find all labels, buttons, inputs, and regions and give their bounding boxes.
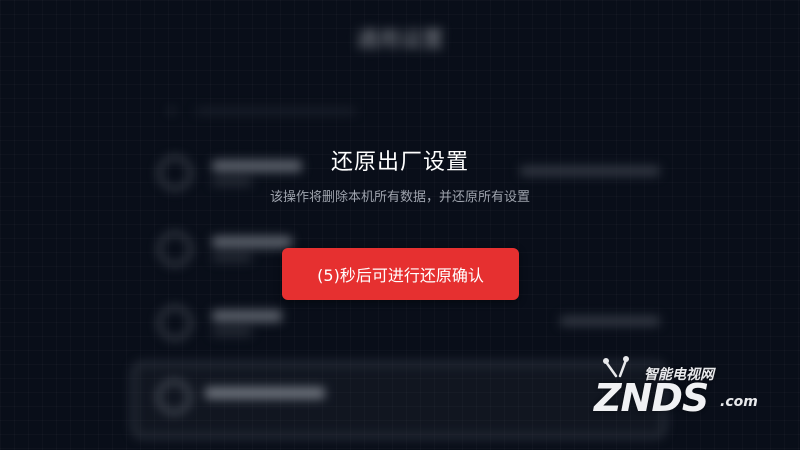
znds-watermark-logo: 智能电视网 ZNDS .com: [592, 350, 772, 430]
watermark-suffix: .com: [720, 394, 758, 410]
watermark-brand: ZNDS: [594, 376, 709, 420]
reset-confirm-button[interactable]: (5)秒后可进行还原确认: [282, 248, 519, 300]
dialog-description: 该操作将删除本机所有数据，并还原所有设置: [269, 190, 530, 205]
dialog-title: 还原出厂设置: [330, 150, 469, 175]
